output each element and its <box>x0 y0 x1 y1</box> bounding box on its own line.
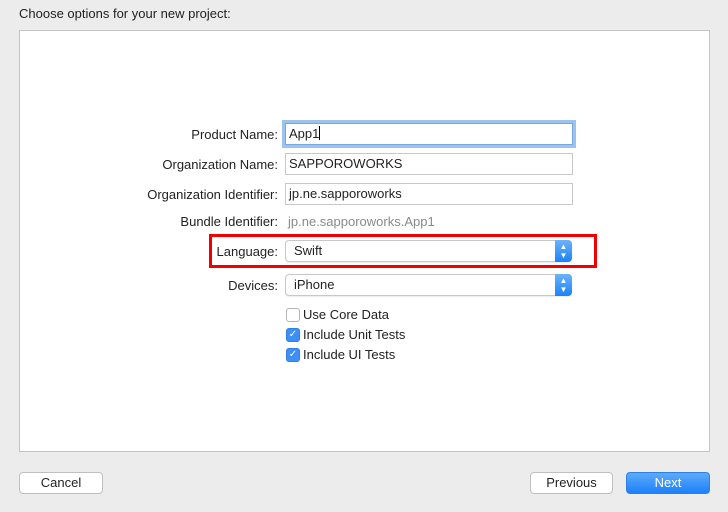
chevron-updown-icon: ▲ ▼ <box>555 240 572 262</box>
devices-popup[interactable]: iPhone ▲ ▼ <box>285 274 572 296</box>
organization-name-input[interactable]: SAPPOROWORKS <box>285 153 573 175</box>
language-value: Swift <box>294 243 323 258</box>
include-ui-tests-label: Include UI Tests <box>303 347 396 362</box>
devices-value: iPhone <box>294 277 335 292</box>
chevron-updown-icon: ▲ ▼ <box>555 274 572 296</box>
language-popup[interactable]: Swift ▲ ▼ <box>285 240 572 262</box>
product-name-input[interactable]: App1 <box>285 123 573 145</box>
organization-identifier-input[interactable]: jp.ne.sapporoworks <box>285 183 573 205</box>
bundle-identifier-value: jp.ne.sapporoworks.App1 <box>288 214 435 229</box>
organization-name-label: Organization Name: <box>162 157 278 172</box>
use-core-data-label: Use Core Data <box>303 307 389 322</box>
devices-label: Devices: <box>228 278 278 293</box>
product-name-value: App1 <box>289 126 320 141</box>
use-core-data-checkbox[interactable] <box>286 308 300 322</box>
product-name-label: Product Name: <box>191 127 278 142</box>
cancel-button[interactable]: Cancel <box>19 472 103 494</box>
include-unit-tests-label: Include Unit Tests <box>303 327 406 342</box>
include-ui-tests-checkbox[interactable]: ✓ <box>286 348 300 362</box>
language-label: Language: <box>216 244 278 259</box>
bundle-identifier-label: Bundle Identifier: <box>180 214 278 229</box>
dialog-title: Choose options for your new project: <box>19 6 231 21</box>
organization-identifier-label: Organization Identifier: <box>147 187 278 202</box>
next-button[interactable]: Next <box>626 472 710 494</box>
previous-button[interactable]: Previous <box>530 472 613 494</box>
include-unit-tests-checkbox[interactable]: ✓ <box>286 328 300 342</box>
